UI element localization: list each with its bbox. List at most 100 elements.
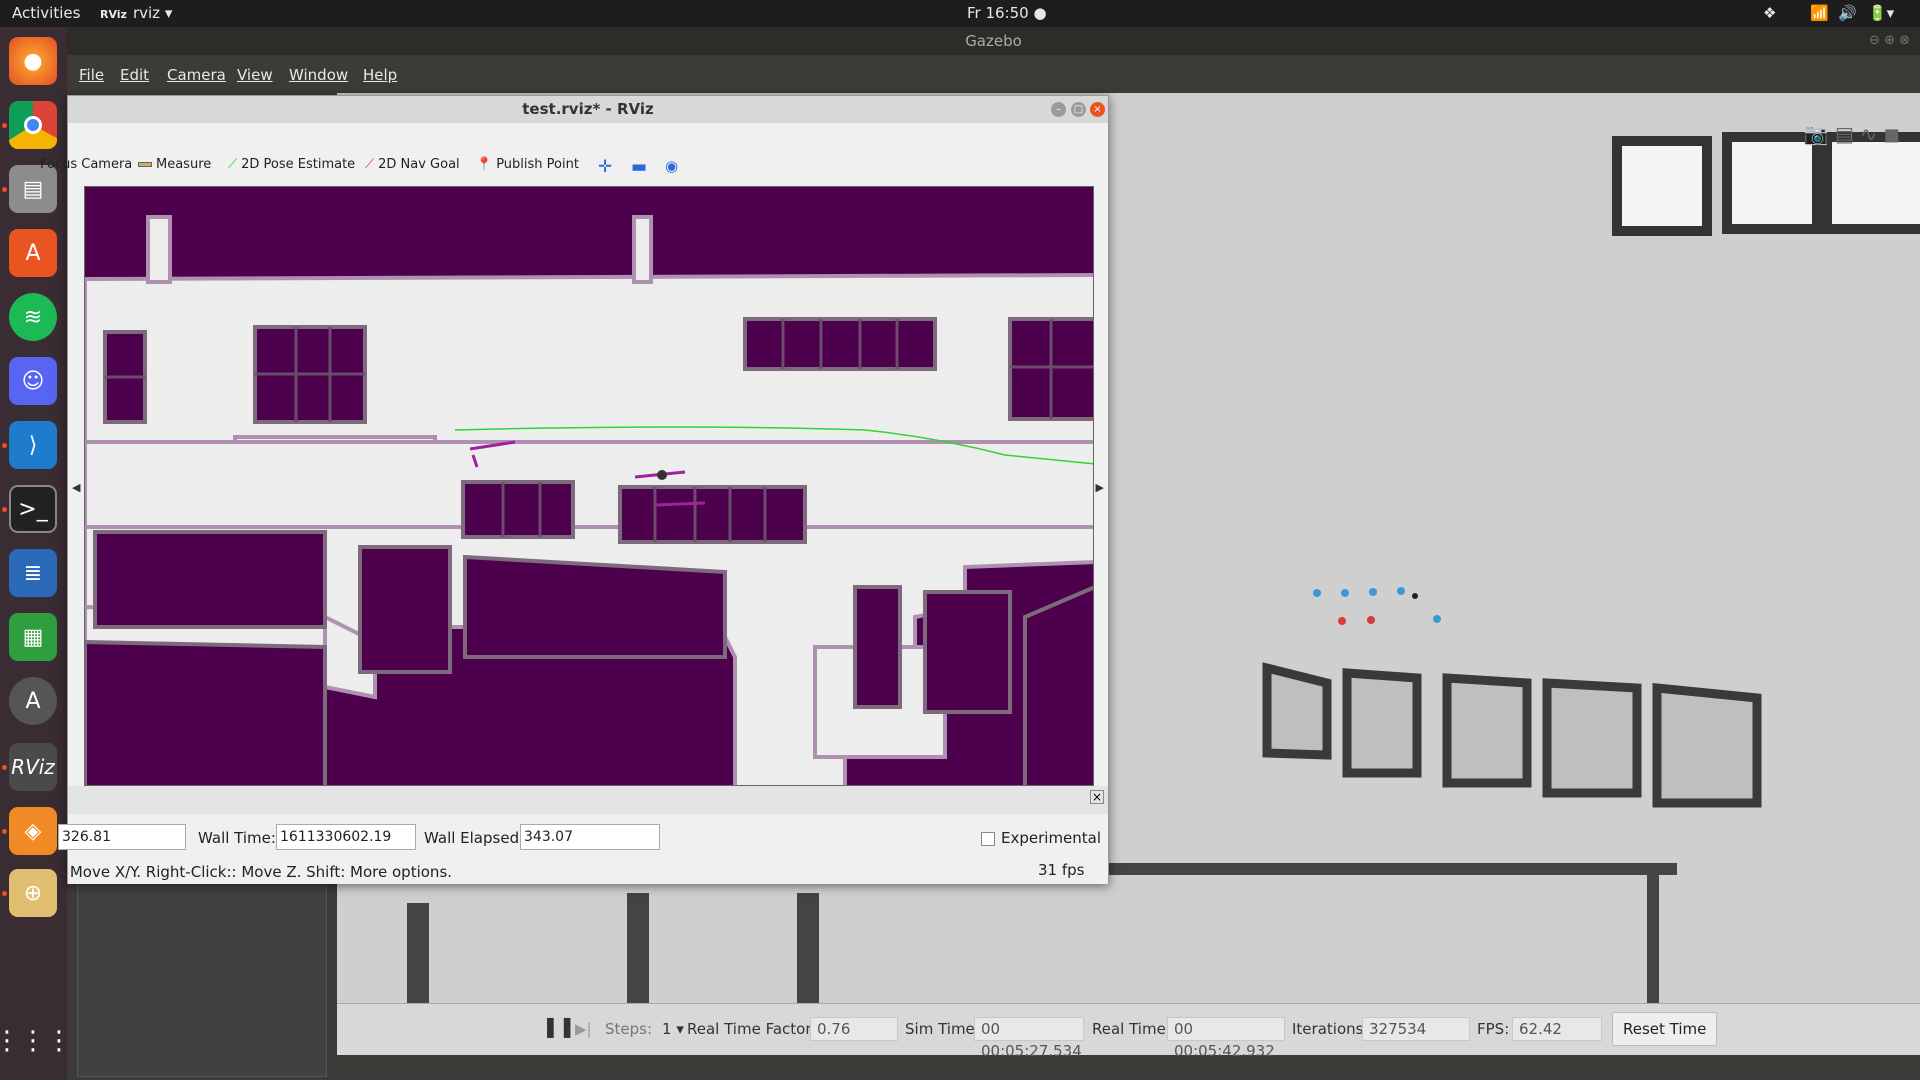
obstacle [618,485,807,544]
wall-elapsed-label: Wall Elapsed: [424,829,525,847]
rviz-icon[interactable]: RViz [9,743,57,791]
view-tool-icon[interactable]: ◉ [665,157,678,175]
rtf-label: Real Time Factor: [687,1020,817,1038]
wall-block [1262,662,1332,760]
menu-view[interactable]: View [237,66,273,84]
scene-point [1369,588,1377,596]
reset-time-button[interactable]: Reset Time [1612,1012,1718,1046]
volume-icon[interactable]: 🔊 [1838,4,1857,22]
obstacle [853,585,902,709]
pin-icon: 📍 [476,157,493,172]
nav-goal-label: 2D Nav Goal [378,157,460,172]
terminal-icon[interactable]: >_ [9,485,57,533]
app-menu-label: rviz [132,4,161,22]
wall-segment [1647,873,1659,1003]
right-collapse-icon[interactable]: ▶ [1096,481,1104,494]
steps-label: Steps: [605,1020,653,1038]
experimental-checkbox[interactable] [981,832,995,846]
measure-button[interactable]: Measure [138,157,211,172]
rtf-field: 0.76 [810,1017,898,1041]
software-icon[interactable]: A [9,229,57,277]
robot-marker [657,470,667,480]
spotify-icon[interactable]: ≋ [9,293,57,341]
map-icon[interactable]: ⊕ [9,869,57,917]
camera-icon[interactable]: 📷 [1804,122,1829,146]
step-icon[interactable]: ▶| [575,1020,592,1038]
plot-icon[interactable]: ∿ [1860,122,1877,146]
sim-time-label: Sim Time: [905,1020,980,1038]
wall-block [1442,673,1532,788]
top-bar: Activities RViz rviz ▾ Fr 16:50 ● ❖ 📶 🔊 🔋… [0,0,1920,27]
rviz-toolbar: Focus Camera Measure ⟋ 2D Pose Estimate ⟋… [40,148,1108,182]
pause-icon[interactable]: ❚❚ [542,1014,576,1038]
sim-time-field: 00 00:05:27.534 [974,1017,1084,1060]
wall-elapsed-field: 343.07 [520,824,660,850]
gazebo-menubar: File Edit Camera View Window Help [67,55,1920,95]
wall-block [1822,132,1920,234]
scene-point [1367,616,1375,624]
obstacle [358,545,452,674]
remove-tool-icon[interactable]: ▬ [631,157,647,177]
menu-window[interactable]: Window [289,66,348,84]
rviz-title: test.rviz* - RViz [68,96,1108,123]
vscode-icon[interactable]: ⟩ [9,421,57,469]
log-icon[interactable]: ▤ [1835,122,1854,146]
experimental-label: Experimental [1001,829,1102,847]
fps-label: FPS: [1477,1020,1510,1038]
gazebo-window-controls[interactable]: ⊖ ⊕ ⊗ [1869,33,1910,48]
close-panel-icon[interactable]: × [1090,790,1104,804]
activities-button[interactable]: Activities [12,4,80,22]
pose-estimate-button[interactable]: ⟋ 2D Pose Estimate [228,157,355,172]
menu-edit[interactable]: Edit [120,66,149,84]
maximize-icon[interactable]: □ [1071,102,1086,117]
add-tool-icon[interactable]: ✛ [598,157,612,177]
laser-scan [654,501,706,507]
rviz-window: test.rviz* - RViz – □ × Focus Camera Mea… [40,95,1109,884]
obstacle [93,530,327,629]
menu-camera[interactable]: Camera [167,66,226,84]
free-space [85,440,1093,535]
files-icon[interactable]: ▤ [9,165,57,213]
chrome-icon[interactable] [9,101,57,149]
menu-file[interactable]: File [79,66,104,84]
wall-block [1652,683,1762,808]
minimize-icon[interactable]: – [1051,102,1066,117]
free-space [85,273,1093,450]
wall-block [1542,678,1642,798]
left-collapse-icon[interactable]: ◀ [72,481,80,494]
real-time-label: Real Time: [1092,1020,1171,1038]
scene-point [1433,615,1441,623]
clock[interactable]: Fr 16:50 ● [967,4,1047,22]
iterations-label: Iterations: [1292,1020,1369,1038]
obstacle [85,639,327,785]
firefox-icon[interactable]: ● [9,37,57,85]
wall-block [1722,132,1822,234]
nav-goal-button[interactable]: ⟋ 2D Nav Goal [365,157,460,172]
steps-value[interactable]: 1 ▾ [662,1020,684,1038]
close-icon[interactable]: × [1090,102,1105,117]
battery-icon[interactable]: 🔋▾ [1868,4,1894,22]
video-icon[interactable]: ◼ [1883,122,1900,146]
scene-point [1412,593,1418,599]
publish-point-button[interactable]: 📍 Publish Point [476,157,579,172]
writer-icon[interactable]: ≣ [9,549,57,597]
apps-grid-icon[interactable]: ⋮⋮⋮ [0,1017,72,1065]
scene-point [1313,589,1321,597]
occupancy-map[interactable] [84,186,1094,786]
map-svg [85,215,1093,785]
layers-icon[interactable]: ◈ [9,807,57,855]
rviz-status: 326.81 Wall Time: 1611330602.19 Wall Ela… [58,816,1108,884]
focus-camera-button[interactable]: Focus Camera [40,157,132,172]
discord-icon[interactable]: ☺ [9,357,57,405]
wifi-icon[interactable]: 📶 [1810,4,1829,22]
calc-icon[interactable]: ▦ [9,613,57,661]
wall-block [1612,136,1712,236]
updater-icon[interactable]: A [9,677,57,725]
app-menu[interactable]: RViz rviz ▾ [100,4,172,22]
focus-camera-label: Focus Camera [40,157,133,172]
dropbox-icon[interactable]: ❖ [1763,4,1776,22]
gazebo-toolbar-right: 📷 ▤ ∿ ◼ [1804,122,1900,146]
clock-text: Fr 16:50 [967,4,1029,22]
menu-help[interactable]: Help [363,66,397,84]
dock: ● ▤ A ≋ ☺ ⟩ >_ ≣ ▦ A RViz ◈ ⊕ ⋮⋮⋮ [0,27,72,1080]
